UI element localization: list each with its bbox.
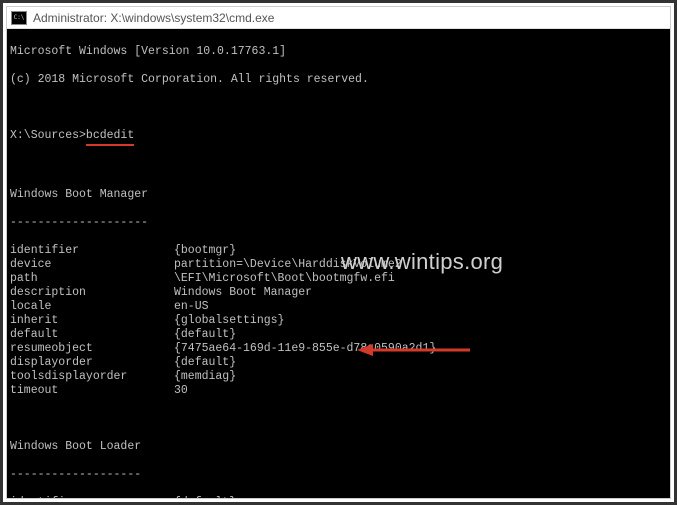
section-bootmgr-title: Windows Boot Manager bbox=[10, 188, 667, 202]
section-bootmgr-dashes: -------------------- bbox=[10, 216, 667, 230]
window-title: Administrator: X:\windows\system32\cmd.e… bbox=[33, 11, 274, 25]
bootmgr-row: inherit{globalsettings} bbox=[10, 314, 667, 328]
window: Administrator: X:\windows\system32\cmd.e… bbox=[6, 6, 671, 499]
bootmgr-row: displayorder{default} bbox=[10, 356, 667, 370]
section-bootloader-title: Windows Boot Loader bbox=[10, 440, 667, 454]
terminal-output[interactable]: Microsoft Windows [Version 10.0.17763.1]… bbox=[7, 29, 670, 498]
bootmgr-row: identifier{bootmgr} bbox=[10, 244, 667, 258]
bootmgr-row: resumeobject{7475ae64-169d-11e9-855e-d78… bbox=[10, 342, 667, 356]
bootmgr-row: timeout30 bbox=[10, 384, 667, 398]
cmd-icon bbox=[11, 11, 27, 25]
header-line-2: (c) 2018 Microsoft Corporation. All righ… bbox=[10, 73, 667, 87]
bootmgr-row: default{default} bbox=[10, 328, 667, 342]
titlebar[interactable]: Administrator: X:\windows\system32\cmd.e… bbox=[7, 7, 670, 29]
prompt-line-1: X:\Sources>bcdedit bbox=[10, 129, 667, 146]
header-line-1: Microsoft Windows [Version 10.0.17763.1] bbox=[10, 45, 667, 59]
command-typed: bcdedit bbox=[86, 129, 134, 146]
bootmgr-row: path\EFI\Microsoft\Boot\bootmgfw.efi bbox=[10, 272, 667, 286]
bootmgr-row: toolsdisplayorder{memdiag} bbox=[10, 370, 667, 384]
bootloader-row: identifier{default} bbox=[10, 496, 667, 498]
bootmgr-row: localeen-US bbox=[10, 300, 667, 314]
outer-frame: Administrator: X:\windows\system32\cmd.e… bbox=[0, 0, 677, 505]
section-bootloader-dashes: ------------------- bbox=[10, 468, 667, 482]
bootmgr-row: descriptionWindows Boot Manager bbox=[10, 286, 667, 300]
bootmgr-row: devicepartition=\Device\HarddiskVolume2 bbox=[10, 258, 667, 272]
prompt-path: X:\Sources> bbox=[10, 129, 86, 142]
